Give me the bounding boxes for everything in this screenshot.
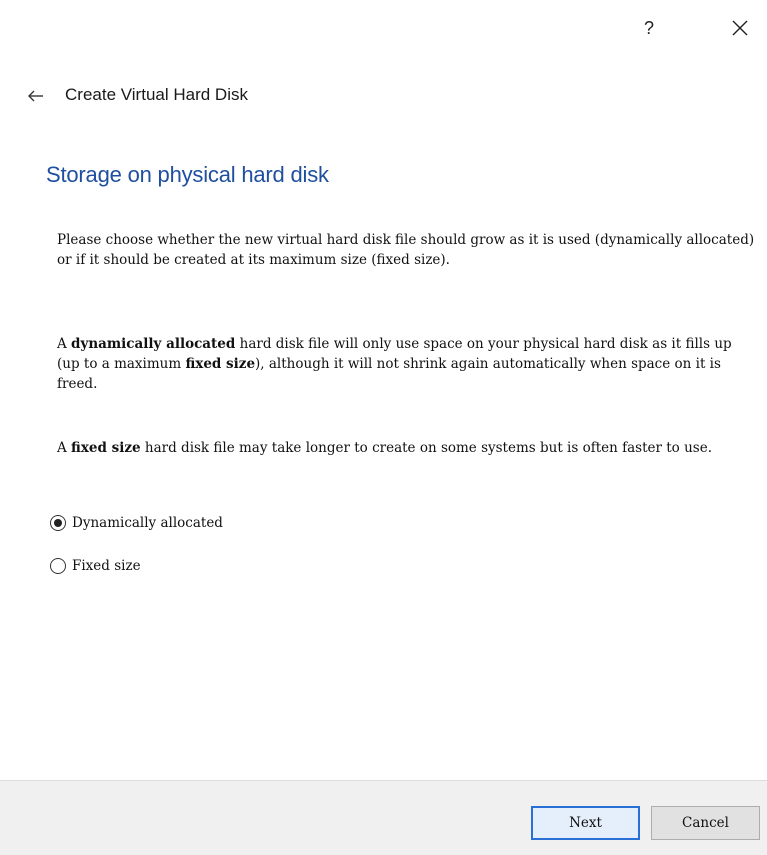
radio-button[interactable] (50, 515, 66, 531)
back-arrow-icon[interactable] (26, 86, 46, 106)
description-paragraph: Please choose whether the new virtual ha… (57, 232, 755, 268)
cancel-button[interactable]: Cancel (651, 806, 760, 840)
radio-selected-dot (54, 519, 62, 527)
help-icon[interactable]: ? (639, 16, 659, 40)
radio-fixed-size[interactable]: Fixed size (50, 555, 141, 577)
radio-dynamically-allocated[interactable]: Dynamically allocated (50, 512, 223, 534)
radio-label[interactable]: Dynamically allocated (72, 515, 223, 531)
fixed-size-term: fixed size (185, 356, 256, 372)
close-icon[interactable] (726, 14, 754, 42)
next-button[interactable]: Next (531, 806, 640, 840)
radio-label[interactable]: Fixed size (72, 558, 141, 574)
fixed-size-term: fixed size (71, 440, 141, 456)
radio-button[interactable] (50, 558, 66, 574)
page-heading: Storage on physical hard disk (46, 162, 329, 187)
dynamic-allocated-term: dynamically allocated (71, 336, 236, 352)
create-virtual-hard-disk-dialog: ? Create Virtual Hard Disk Storage on ph… (0, 0, 767, 855)
dynamic-description-paragraph: A dynamically allocated hard disk file w… (57, 336, 732, 392)
wizard-title: Create Virtual Hard Disk (65, 85, 248, 104)
button-bar: Next Cancel (0, 780, 767, 855)
fixed-description-paragraph: A fixed size hard disk file may take lon… (57, 440, 712, 456)
